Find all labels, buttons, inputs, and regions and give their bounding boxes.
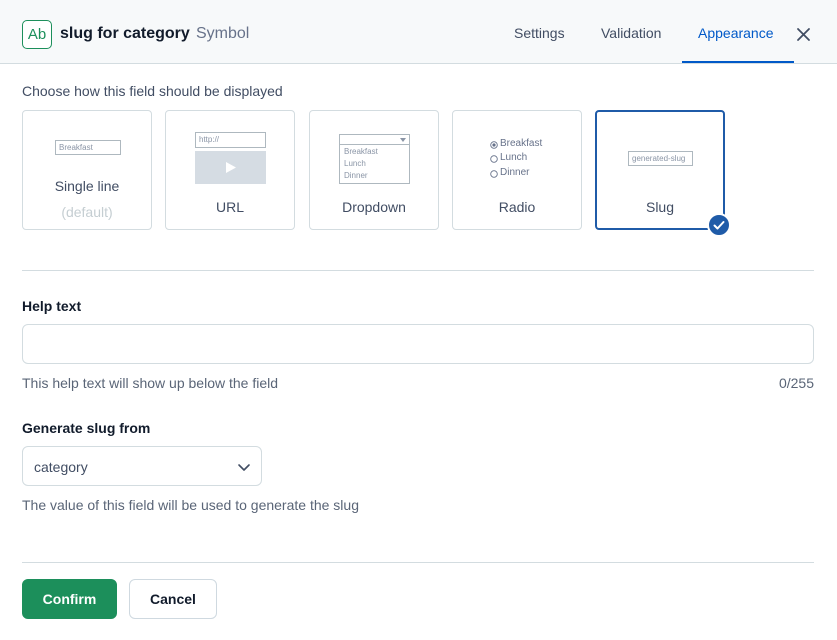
dropdown-preview: Breakfast Lunch Dinner: [339, 134, 410, 184]
appearance-option-single-line[interactable]: Breakfast Single line (default): [22, 110, 152, 230]
preview-text: Lunch: [500, 152, 528, 163]
appearance-option-radio[interactable]: Breakfast Lunch Dinner Radio: [452, 110, 582, 230]
option-title: Dropdown: [342, 199, 406, 215]
preview-text: http://: [199, 135, 220, 144]
close-button[interactable]: [793, 24, 815, 46]
preview-text: Dinner: [344, 171, 368, 180]
field-name: slug for category: [60, 25, 190, 42]
help-text-input[interactable]: [22, 324, 814, 364]
preview-text: Breakfast: [344, 147, 378, 156]
field-type-icon: Ab: [22, 20, 52, 49]
single-line-preview: Breakfast: [55, 140, 121, 155]
dialog-header: Ab slug for category Symbol Settings Val…: [0, 0, 837, 64]
field-type: Symbol: [196, 25, 250, 42]
check-icon: [713, 221, 725, 230]
preview-text: Breakfast: [500, 138, 543, 149]
chevron-down-icon: [238, 464, 250, 471]
preview-text: Lunch: [344, 159, 366, 168]
option-title: Slug: [645, 199, 675, 215]
close-icon: [797, 28, 810, 41]
radio-selected-icon: [490, 141, 498, 149]
option-default-note: (default): [61, 204, 113, 220]
radio-empty-icon: [490, 155, 498, 163]
selected-badge: [707, 213, 731, 237]
tab-validation[interactable]: Validation: [601, 25, 661, 41]
preview-text: generated-slug: [632, 154, 686, 163]
footer-divider: [22, 562, 814, 563]
confirm-button[interactable]: Confirm: [22, 579, 117, 619]
slug-source-label: Generate slug from: [22, 420, 151, 436]
appearance-option-url[interactable]: http:// URL: [165, 110, 295, 230]
slug-source-hint: The value of this field will be used to …: [22, 497, 359, 513]
tab-settings[interactable]: Settings: [514, 25, 565, 41]
appearance-section-label: Choose how this field should be displaye…: [22, 83, 283, 99]
appearance-option-dropdown[interactable]: Breakfast Lunch Dinner Dropdown: [309, 110, 439, 230]
character-counter: 0/255: [778, 375, 814, 391]
play-icon: [226, 162, 236, 173]
video-preview: [195, 151, 266, 184]
option-title: URL: [215, 199, 244, 215]
section-divider: [22, 270, 814, 271]
slug-source-select[interactable]: category: [22, 446, 262, 486]
slug-source-value: category: [34, 459, 88, 475]
url-preview-input: http://: [195, 132, 266, 148]
preview-text: Breakfast: [59, 143, 93, 152]
active-tab-indicator: [682, 61, 794, 63]
cancel-button[interactable]: Cancel: [129, 579, 217, 619]
option-title: Radio: [498, 199, 536, 215]
help-text-label: Help text: [22, 298, 82, 314]
tab-appearance[interactable]: Appearance: [698, 25, 774, 41]
help-text-hint: This help text will show up below the fi…: [22, 375, 279, 391]
caret-down-icon: [400, 138, 406, 142]
appearance-option-slug[interactable]: generated-slug Slug: [595, 110, 725, 230]
preview-text: Dinner: [500, 167, 530, 178]
radio-preview: Breakfast Lunch Dinner: [490, 138, 546, 182]
option-title: Single line: [54, 178, 120, 194]
radio-empty-icon: [490, 170, 498, 178]
slug-preview: generated-slug: [628, 151, 693, 166]
